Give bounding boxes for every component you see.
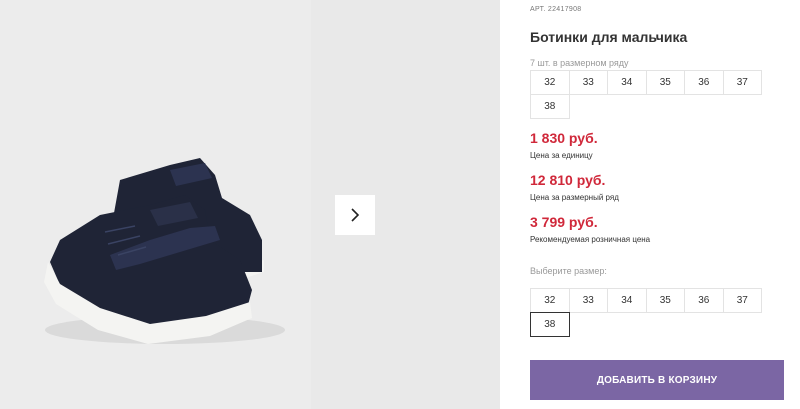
size-option-34[interactable]: 34 xyxy=(607,288,647,313)
product-gallery xyxy=(0,0,500,409)
series-size-cell: 32 xyxy=(530,70,570,95)
series-size-cell: 37 xyxy=(722,70,762,95)
product-photo[interactable] xyxy=(0,0,311,409)
size-option-33[interactable]: 33 xyxy=(568,288,608,313)
series-size-grid: 32 33 34 35 36 37 38 xyxy=(530,70,762,119)
article-number: АРТ. 22417908 xyxy=(530,6,581,13)
series-size-cell: 35 xyxy=(645,70,685,95)
series-hint: 7 шт. в размерном ряду xyxy=(530,58,629,68)
size-option-35[interactable]: 35 xyxy=(645,288,685,313)
size-select-label: Выберите размер: xyxy=(530,266,607,276)
add-to-cart-button[interactable]: ДОБАВИТЬ В КОРЗИНУ xyxy=(530,360,784,400)
series-size-cell: 38 xyxy=(530,94,570,119)
series-size-cell: 34 xyxy=(607,70,647,95)
product-title: Ботинки для мальчика xyxy=(530,29,688,45)
size-selector: 32 33 34 35 36 37 38 xyxy=(530,288,762,337)
gallery-next-button[interactable] xyxy=(335,195,375,235)
article-value: 22417908 xyxy=(547,6,582,13)
series-price-label: Цена за размерный ряд xyxy=(530,193,619,202)
size-option-37[interactable]: 37 xyxy=(722,288,762,313)
chevron-right-icon xyxy=(351,208,360,222)
unit-price: 1 830 руб. xyxy=(530,130,598,146)
series-price: 12 810 руб. xyxy=(530,172,606,188)
retail-price: 3 799 руб. xyxy=(530,214,598,230)
unit-price-label: Цена за единицу xyxy=(530,151,593,160)
shoe-image xyxy=(44,158,285,344)
size-option-38[interactable]: 38 xyxy=(530,312,570,337)
retail-price-label: Рекомендуемая розничная цена xyxy=(530,235,651,244)
series-size-cell: 36 xyxy=(684,70,724,95)
size-option-36[interactable]: 36 xyxy=(684,288,724,313)
article-label: АРТ. xyxy=(530,6,546,13)
series-size-cell: 33 xyxy=(568,70,608,95)
size-option-32[interactable]: 32 xyxy=(530,288,570,313)
